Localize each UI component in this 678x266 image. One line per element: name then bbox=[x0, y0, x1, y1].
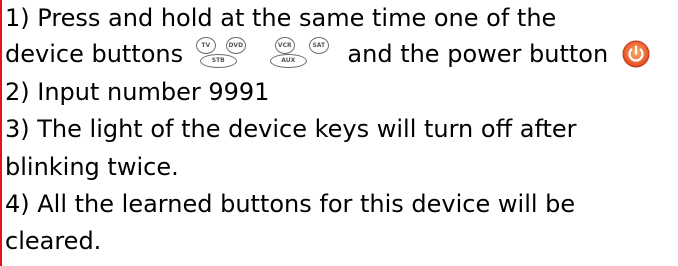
step-3-text: 3) The light of the device keys will tur… bbox=[5, 115, 577, 143]
step-4-text: 4) All the learned buttons for this devi… bbox=[5, 190, 576, 218]
instruction-panel: 1) Press and hold at the same time one o… bbox=[0, 0, 676, 266]
sat-button-icon: SAT bbox=[308, 37, 329, 54]
power-button-icon bbox=[622, 40, 650, 68]
step-1-continuation: device buttons TV DVD VCR SAT STB AUX an… bbox=[5, 36, 650, 72]
power-button-label: and the power button bbox=[347, 40, 609, 68]
stb-button-icon: STB bbox=[199, 54, 237, 68]
step-2-text: 2) Input number 9991 bbox=[5, 78, 270, 106]
device-buttons-label: device buttons bbox=[5, 40, 184, 68]
dvd-button-icon: DVD bbox=[225, 37, 246, 54]
device-buttons-group: TV DVD VCR SAT STB AUX bbox=[193, 36, 336, 70]
step-3-continuation: blinking twice. bbox=[5, 153, 179, 181]
aux-button-icon: AUX bbox=[269, 54, 307, 68]
step-4-continuation: cleared. bbox=[5, 227, 102, 255]
